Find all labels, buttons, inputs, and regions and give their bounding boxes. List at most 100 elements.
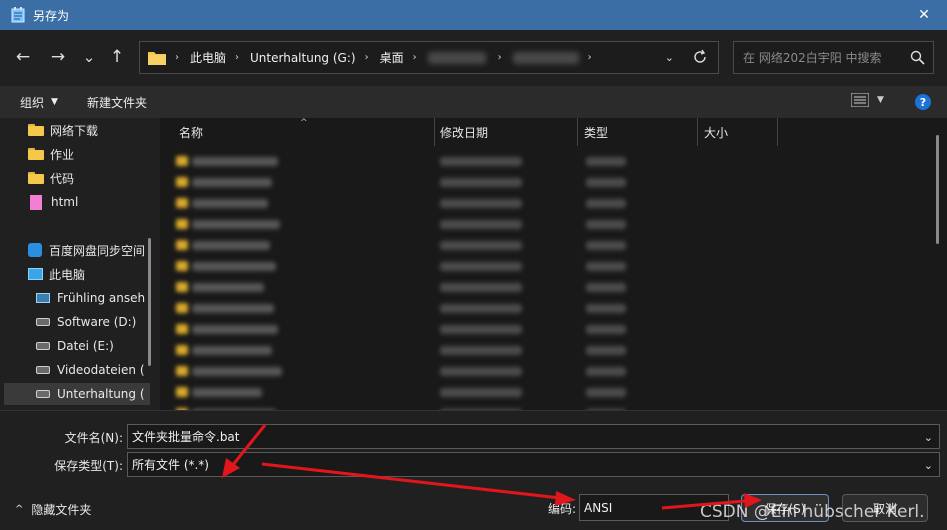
address-dropdown-icon[interactable]: ⌄	[665, 51, 674, 64]
organize-menu[interactable]: 组织 ▼	[20, 94, 58, 111]
file-name-redacted	[192, 177, 272, 187]
file-row[interactable]	[176, 217, 626, 231]
sidebar-item-drive-g[interactable]: Unterhaltung (	[4, 383, 150, 405]
file-row[interactable]	[176, 175, 626, 189]
column-divider[interactable]	[577, 118, 578, 146]
sidebar-item-homework[interactable]: 作业	[28, 143, 74, 165]
breadcrumb-drive[interactable]: Unterhaltung (G:)	[250, 51, 356, 65]
chevron-right-icon: ›	[175, 52, 179, 63]
sidebar-item-drive-e[interactable]: Datei (E:)	[36, 335, 114, 357]
close-icon: ✕	[918, 7, 930, 23]
sidebar-item-drive-d[interactable]: Software (D:)	[36, 311, 136, 333]
view-menu[interactable]: ▼	[851, 93, 884, 107]
column-header-name[interactable]: 名称	[179, 118, 203, 146]
file-row[interactable]	[176, 196, 626, 210]
file-date-redacted	[440, 198, 522, 208]
column-header-modified[interactable]: 修改日期	[440, 118, 488, 146]
file-row[interactable]	[176, 385, 626, 399]
address-bar[interactable]: › 此电脑 › Unterhaltung (G:) › 桌面 › › › ⌄	[139, 41, 719, 74]
search-placeholder: 在 网络202白宇阳 中搜索	[743, 51, 882, 65]
file-type-redacted	[586, 219, 626, 229]
file-date-redacted	[440, 303, 522, 313]
file-date-redacted	[440, 219, 522, 229]
encoding-label: 编码:	[547, 502, 576, 516]
sidebar-item-html[interactable]: html	[28, 191, 78, 213]
column-divider[interactable]	[697, 118, 698, 146]
organize-label: 组织	[20, 95, 45, 110]
forward-button[interactable]: →	[45, 44, 71, 70]
file-row[interactable]	[176, 154, 626, 168]
sidebar-item-network-drive[interactable]: Frühling anseh	[36, 287, 145, 309]
help-button[interactable]: ?	[915, 94, 931, 110]
breadcrumb-blurred[interactable]	[427, 51, 486, 64]
sidebar-item-code[interactable]: 代码	[28, 167, 74, 189]
file-type-redacted	[586, 177, 626, 187]
folder-icon	[176, 282, 188, 292]
new-folder-button[interactable]: 新建文件夹	[87, 94, 147, 111]
computer-icon	[28, 268, 43, 280]
folder-icon	[28, 124, 44, 136]
filename-label: 文件名(N):	[64, 431, 123, 445]
column-divider[interactable]	[434, 118, 435, 146]
file-row[interactable]	[176, 364, 626, 378]
file-date-redacted	[440, 282, 522, 292]
folder-icon	[28, 172, 44, 184]
network-drive-icon	[36, 293, 50, 303]
file-row[interactable]	[176, 322, 626, 336]
breadcrumb-this-pc[interactable]: 此电脑	[190, 49, 226, 66]
chevron-down-icon[interactable]: ⌄	[924, 431, 933, 444]
sidebar-item-label: 网络下载	[50, 123, 99, 138]
breadcrumb-desktop[interactable]: 桌面	[380, 49, 404, 66]
sidebar-scrollbar[interactable]	[148, 238, 151, 366]
hide-folders-label: 隐藏文件夹	[31, 503, 92, 517]
file-name-redacted	[192, 303, 274, 313]
sidebar-item-drive-f[interactable]: Videodateien (	[36, 359, 145, 381]
file-row[interactable]	[176, 343, 626, 357]
file-row[interactable]	[176, 301, 626, 315]
sidebar-item-baidu-sync[interactable]: 百度网盘同步空间	[28, 239, 145, 261]
search-input[interactable]: 在 网络202白宇阳 中搜索	[733, 41, 934, 74]
chevron-right-icon: ›	[412, 52, 417, 63]
drive-icon	[36, 366, 50, 374]
help-icon: ?	[919, 95, 927, 109]
folder-icon	[28, 148, 44, 160]
file-type-redacted	[586, 366, 626, 376]
folder-icon	[176, 261, 188, 271]
file-type-redacted	[586, 345, 626, 355]
sidebar-item-label: 作业	[50, 147, 75, 162]
command-bar: 组织 ▼ 新建文件夹 ▼ ?	[0, 86, 947, 118]
column-header-size[interactable]: 大小	[704, 118, 728, 146]
sidebar-item-label: html	[51, 195, 79, 209]
sidebar-item-this-pc[interactable]: 此电脑	[28, 263, 85, 285]
hide-folders-toggle[interactable]: ^ 隐藏文件夹	[15, 501, 91, 518]
filename-value: 文件夹批量命令.bat	[132, 430, 240, 444]
file-row[interactable]	[176, 280, 626, 294]
caret-down-icon: ▼	[877, 95, 884, 105]
column-header-type[interactable]: 类型	[584, 118, 608, 146]
file-row[interactable]	[176, 238, 626, 252]
close-button[interactable]: ✕	[901, 0, 947, 30]
column-divider[interactable]	[777, 118, 778, 146]
chevron-right-icon: ›	[364, 52, 369, 63]
search-icon[interactable]	[910, 50, 925, 68]
chevron-up-icon: ^	[15, 504, 24, 515]
filetype-select[interactable]: 所有文件 (*.*) ⌄	[127, 452, 940, 477]
file-name-redacted	[192, 345, 272, 355]
chevron-down-icon[interactable]: ⌄	[924, 459, 933, 472]
file-date-redacted	[440, 177, 522, 187]
back-button[interactable]: ←	[10, 44, 36, 70]
file-list-scrollbar[interactable]	[936, 135, 939, 244]
file-row[interactable]	[176, 259, 626, 273]
file-type-redacted	[586, 282, 626, 292]
arrow-right-icon: →	[50, 47, 66, 67]
file-name-redacted	[192, 156, 278, 166]
file-type-redacted	[586, 303, 626, 313]
recent-locations-button[interactable]: ⌄	[76, 44, 102, 70]
file-name-redacted	[192, 387, 262, 397]
sidebar-item-downloads[interactable]: 网络下载	[28, 119, 98, 141]
breadcrumb-blurred[interactable]	[512, 51, 579, 64]
refresh-icon[interactable]	[692, 49, 708, 68]
up-button[interactable]: ↑	[104, 44, 130, 70]
file-type-redacted	[586, 240, 626, 250]
filename-input[interactable]: 文件夹批量命令.bat ⌄	[127, 424, 940, 449]
